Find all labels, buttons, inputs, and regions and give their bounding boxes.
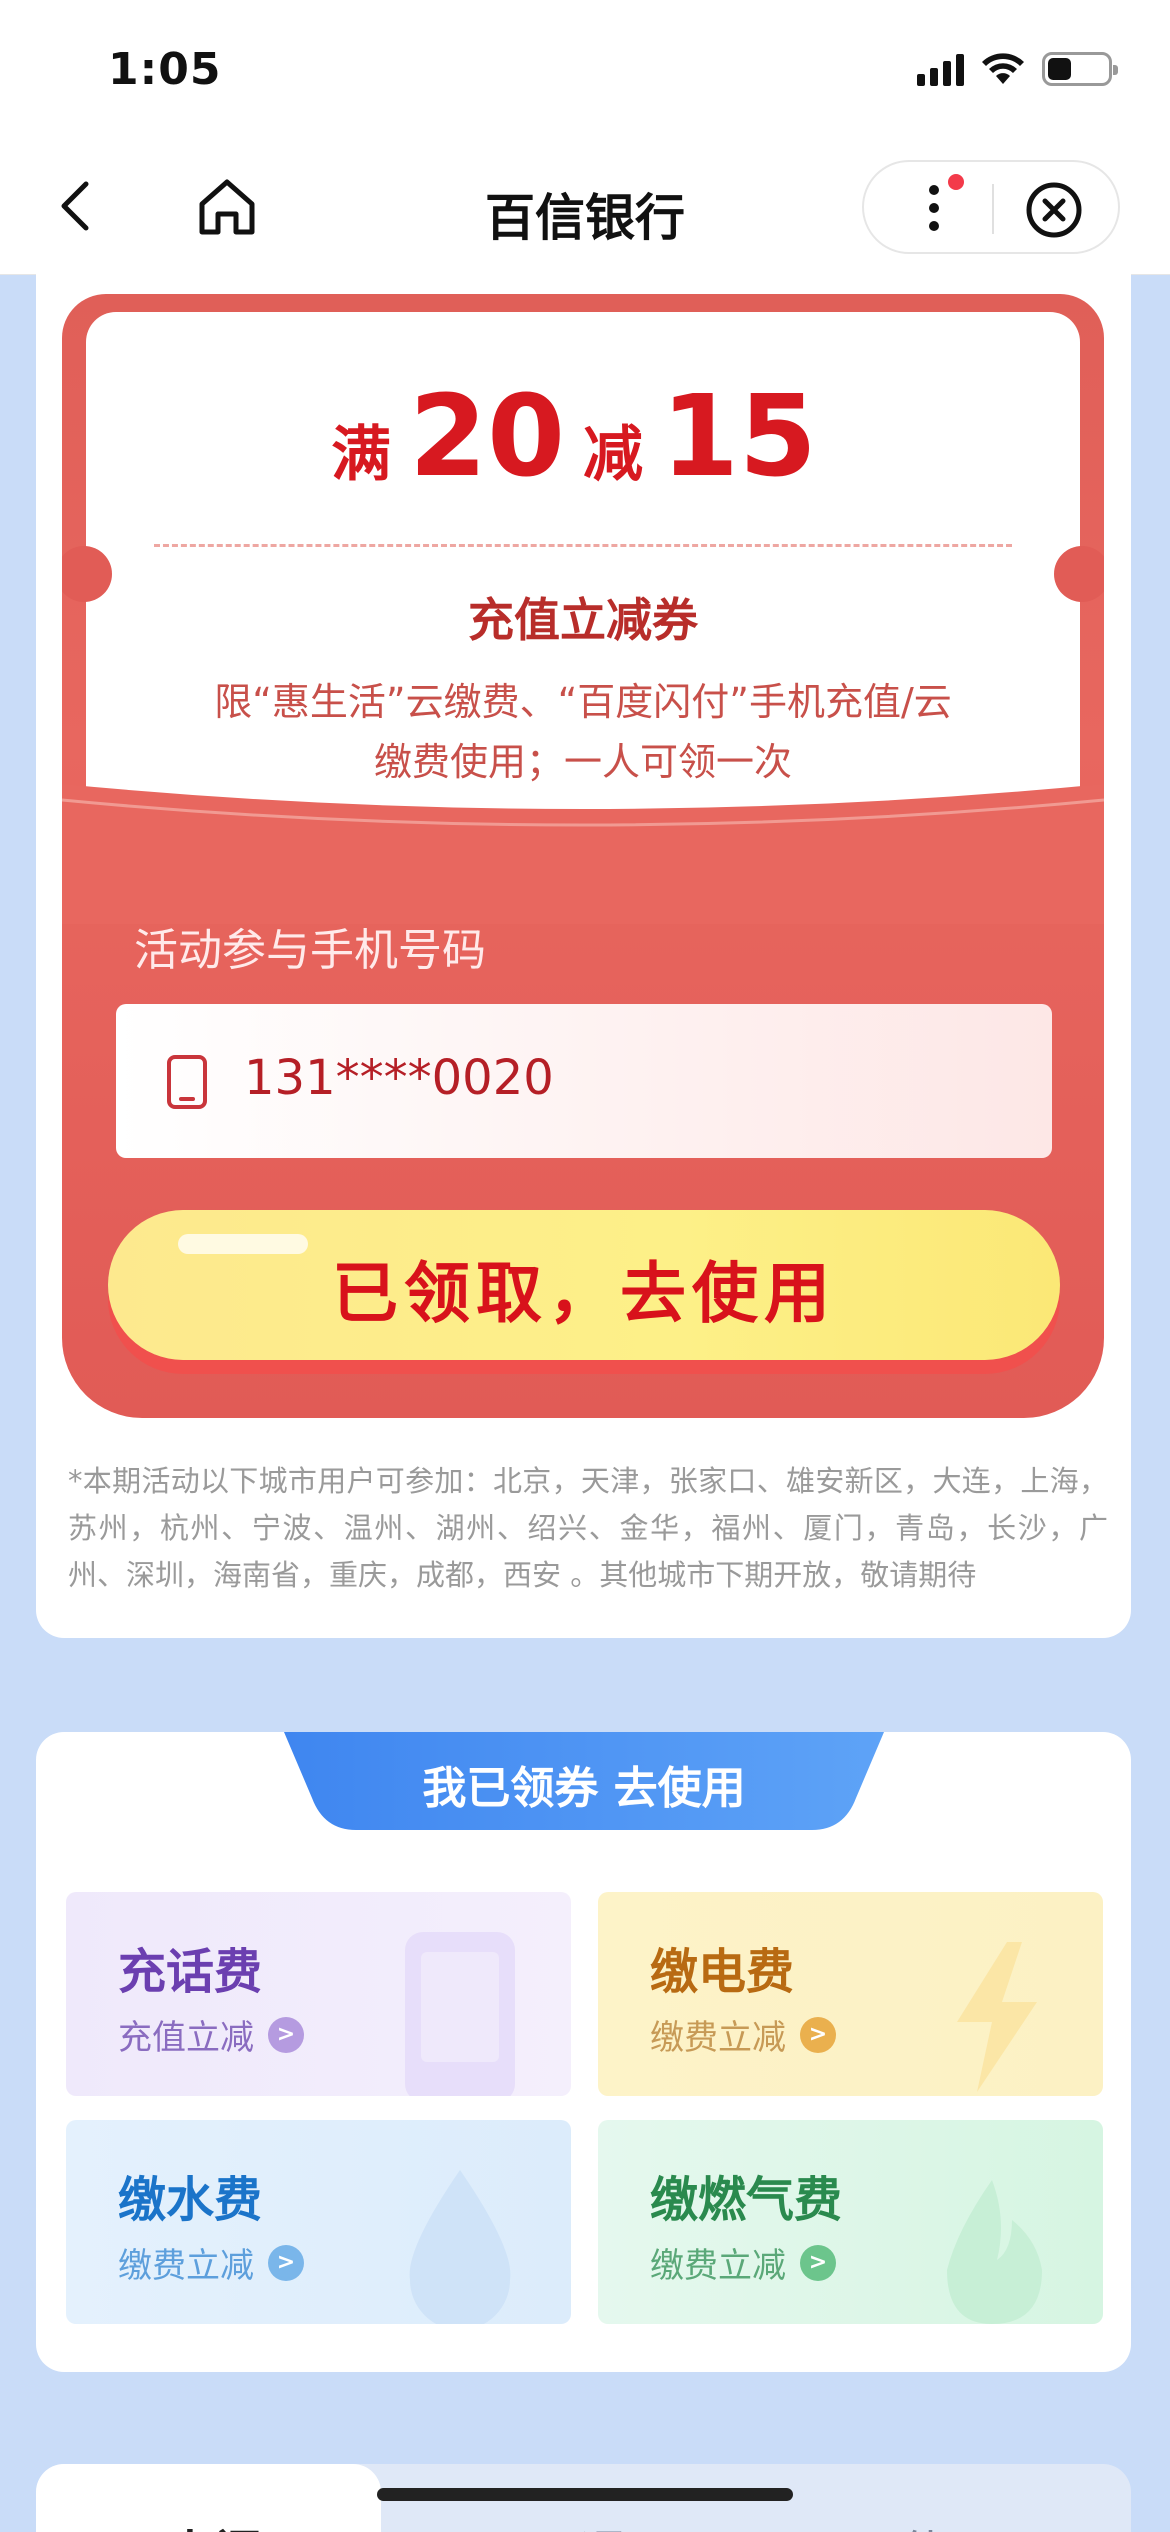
service-name: 缴燃气费 <box>650 2172 843 2228</box>
service-gas[interactable]: 缴燃气费 缴费立减 > <box>598 2120 1103 2324</box>
service-name: 缴电费 <box>650 1944 795 2000</box>
close-icon[interactable] <box>1024 180 1084 240</box>
phone-number-field[interactable]: 131****0020 <box>116 1004 1052 1158</box>
service-sub-label: 缴费立减 <box>118 2246 254 2286</box>
status-icons <box>917 52 1118 86</box>
service-water[interactable]: 缴水费 缴费立减 > <box>66 2120 571 2324</box>
arrow-right-icon: > <box>268 2016 304 2053</box>
mobile-phone-icon <box>167 1055 207 1109</box>
phone-icon <box>405 1932 515 2096</box>
arrow-right-icon: > <box>268 2244 304 2281</box>
amount-discount: 15 <box>661 372 817 502</box>
lightning-icon <box>957 1942 1037 2092</box>
service-sub: 缴费立减 > <box>650 2238 836 2287</box>
service-name: 充话费 <box>118 1944 263 2000</box>
water-drop-icon <box>409 2170 511 2324</box>
service-electricity[interactable]: 缴电费 缴费立减 > <box>598 1892 1103 2096</box>
nav-bar: 百信银行 <box>0 150 1170 275</box>
coupon-wave <box>62 784 1104 924</box>
battery-icon <box>1042 52 1118 86</box>
status-bar: 1:05 <box>0 0 1170 150</box>
amount-middle: 减 <box>583 420 643 490</box>
flame-icon <box>947 2180 1042 2324</box>
phone-number-value: 131****0020 <box>244 1050 554 1106</box>
arrow-right-icon: > <box>800 2016 836 2053</box>
service-sub: 缴费立减 > <box>650 2010 836 2059</box>
notification-dot <box>948 174 964 190</box>
status-time: 1:05 <box>108 44 222 95</box>
service-name: 缴水费 <box>118 2172 263 2228</box>
tab-use[interactable]: 使用 <box>900 2514 996 2532</box>
services-card: 我已领券 去使用 充话费 充值立减 > 缴电费 缴费立减 > 缴水费 缴费立减 … <box>36 1732 1131 2372</box>
banner-text: 我已领券 去使用 <box>422 1763 746 1814</box>
dashed-divider <box>154 544 1012 547</box>
phone-label: 活动参与手机号码 <box>134 925 486 976</box>
service-sub-label: 缴费立减 <box>650 2246 786 2286</box>
service-recharge-phone[interactable]: 充话费 充值立减 > <box>66 1892 571 2096</box>
service-sub: 充值立减 > <box>118 2010 304 2059</box>
mini-program-capsule <box>862 160 1120 254</box>
coupon-title: 充值立减券 <box>468 593 698 647</box>
activity-notice: *本期活动以下城市用户可参加：北京，天津，张家口、雄安新区，大连，上海，苏州，杭… <box>68 1464 1108 1592</box>
amount-prefix: 满 <box>331 420 392 490</box>
capsule-divider <box>992 184 994 234</box>
coupon-panel: 满 20 减 15 充值立减券 限“惠生活”云缴费、“百度闪付”手机充值/云缴费使用；… <box>62 294 1104 1418</box>
tab-activate[interactable]: 开通 <box>531 2514 627 2532</box>
service-sub-label: 缴费立减 <box>650 2018 786 2058</box>
cellular-signal-icon <box>917 52 964 86</box>
amount-threshold: 20 <box>409 372 565 502</box>
used-coupon-banner: 我已领券 去使用 <box>284 1732 884 1830</box>
arrow-right-icon: > <box>800 2244 836 2281</box>
claimed-use-button[interactable]: 已领取，去使用 <box>108 1210 1060 1360</box>
tab-go-out[interactable]: 出门 <box>166 2514 262 2532</box>
use-button-label: 已领取，去使用 <box>332 1255 836 1332</box>
wifi-icon <box>982 53 1024 84</box>
service-sub-label: 充值立减 <box>118 2018 254 2058</box>
service-sub: 缴费立减 > <box>118 2238 304 2287</box>
home-indicator <box>377 2488 793 2501</box>
coupon-amount: 满 20 减 15 <box>86 372 1080 502</box>
